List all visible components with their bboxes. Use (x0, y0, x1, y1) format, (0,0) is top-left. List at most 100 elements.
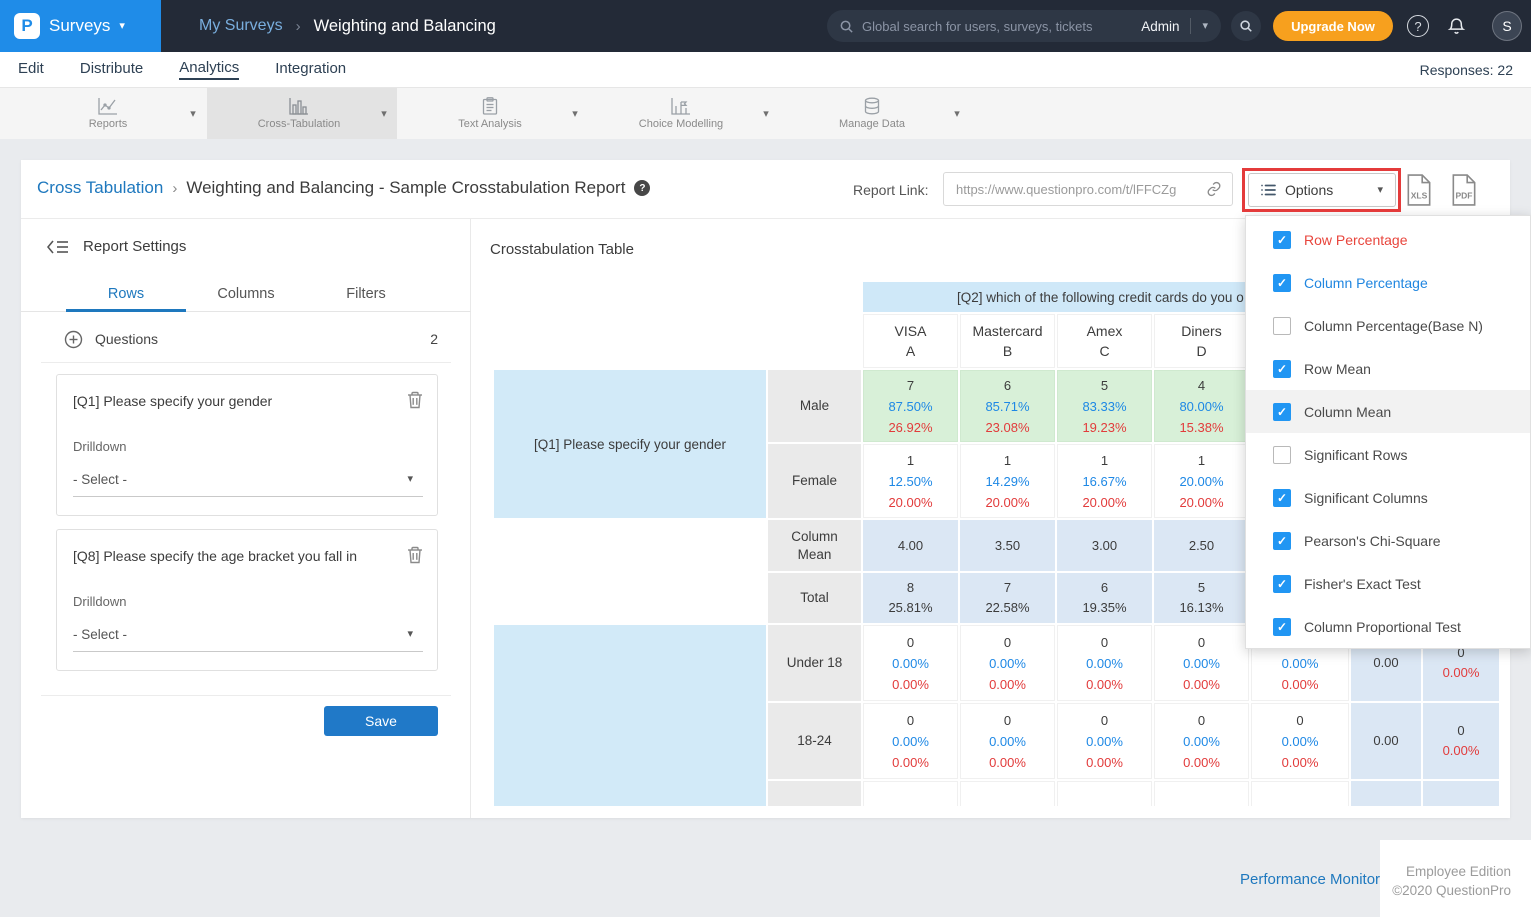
user-avatar[interactable]: S (1492, 11, 1522, 41)
chevron-down-icon[interactable]: ▾ (753, 88, 779, 139)
crosstab-cell: 3.50 (960, 520, 1055, 571)
help-icon[interactable]: ? (634, 180, 650, 196)
line-chart-icon (98, 97, 118, 115)
crosstab-column-header: AmexC (1057, 314, 1152, 368)
options-button[interactable]: Options ▾ (1248, 173, 1396, 207)
questionpro-logo[interactable]: P (14, 13, 40, 39)
checkbox-icon[interactable] (1273, 231, 1291, 249)
tab-edit[interactable]: Edit (18, 60, 44, 79)
link-icon[interactable] (1206, 181, 1222, 197)
checkbox-icon[interactable] (1273, 360, 1291, 378)
tab-filters[interactable]: Filters (306, 279, 426, 312)
toolbar-item-reports[interactable]: Reports ▾ (16, 88, 206, 139)
crosstab-cell: 00.00%0.00% (1057, 625, 1152, 701)
chevron-down-icon[interactable]: ▾ (562, 88, 588, 139)
toolbar-item-text-analysis[interactable]: Text Analysis ▾ (398, 88, 588, 139)
crosstab-cell: 619.35% (1057, 573, 1152, 623)
crosstab-group-label: [Q1] Please specify your gender (494, 370, 766, 518)
collapse-panel-icon[interactable] (47, 239, 69, 255)
crosstab-cell: 00.00%0.00% (960, 703, 1055, 779)
crosstab-cell: 00.00%0.00% (960, 625, 1055, 701)
options-menu-item-column-proportional-test[interactable]: Column Proportional Test (1246, 605, 1530, 648)
crosstab-table-title: Crosstabulation Table (490, 241, 634, 258)
questions-count: 2 (430, 331, 438, 347)
options-menu-item-row-percentage[interactable]: Row Percentage (1246, 218, 1530, 261)
tab-columns[interactable]: Columns (186, 279, 306, 312)
search-scope-caret-icon[interactable]: ▾ (1202, 21, 1208, 32)
cross-tabulation-link[interactable]: Cross Tabulation (37, 178, 163, 198)
crosstab-cell: 120.00%20.00% (1154, 444, 1249, 518)
global-search-input[interactable] (862, 19, 1141, 34)
checkbox-icon[interactable] (1273, 489, 1291, 507)
crosstab-column-header: MastercardB (960, 314, 1055, 368)
search-icon (1239, 19, 1253, 33)
search-button[interactable] (1231, 11, 1261, 41)
drilldown-select[interactable]: - Select - ▾ (73, 463, 423, 497)
options-menu-item-row-mean[interactable]: Row Mean (1246, 347, 1530, 390)
divider (41, 695, 451, 696)
checkbox-icon[interactable] (1273, 317, 1291, 335)
report-url-input[interactable] (956, 182, 1206, 197)
help-icon[interactable]: ? (1407, 15, 1429, 37)
drilldown-label: Drilldown (73, 439, 126, 454)
tab-analytics[interactable]: Analytics (179, 59, 239, 80)
checkbox-icon[interactable] (1273, 618, 1291, 636)
options-button-label: Options (1285, 182, 1333, 198)
chevron-down-icon[interactable]: ▾ (944, 88, 970, 139)
crosstab-cell: 516.13% (1154, 573, 1249, 623)
crosstab-cell: 4.00 (863, 520, 958, 571)
toolbar-item-cross-tabulation[interactable]: Cross-Tabulation ▾ (207, 88, 397, 139)
tab-distribute[interactable]: Distribute (80, 60, 143, 79)
toolbar-item-label: Manage Data (839, 118, 905, 130)
surveys-product-menu[interactable]: P Surveys ▾ (0, 0, 161, 52)
options-menu-item-significant-rows[interactable]: Significant Rows (1246, 433, 1530, 476)
breadcrumb-separator-icon: › (296, 18, 301, 35)
crosstab-cell: 787.50%26.92% (863, 370, 958, 442)
add-question-icon[interactable] (64, 330, 83, 349)
toolbar-item-choice-modelling[interactable]: Choice Modelling ▾ (589, 88, 779, 139)
crosstab-cell: 00.00%0.00% (863, 625, 958, 701)
pdf-label: PDF (1455, 191, 1472, 201)
crosstab-cell: 00.00%0.00% (1154, 703, 1249, 779)
upgrade-now-button[interactable]: Upgrade Now (1273, 11, 1393, 41)
topbar-breadcrumb: My Surveys › Weighting and Balancing (199, 17, 496, 36)
checkbox-icon[interactable] (1273, 274, 1291, 292)
crosstab-cell: 00.00%0.00% (1154, 625, 1249, 701)
chevron-down-icon[interactable]: ▾ (371, 88, 397, 139)
drilldown-select[interactable]: - Select - ▾ (73, 618, 423, 652)
options-menu-item-significant-columns[interactable]: Significant Columns (1246, 476, 1530, 519)
options-menu-item-fishers-exact-test[interactable]: Fisher's Exact Test (1246, 562, 1530, 605)
options-menu-item-column-percentage-base-n[interactable]: Column Percentage(Base N) (1246, 304, 1530, 347)
crosstab-cell: 2.50 (1154, 520, 1249, 571)
checkbox-icon[interactable] (1273, 532, 1291, 550)
options-menu-item-column-mean[interactable]: Column Mean (1246, 390, 1530, 433)
checkbox-icon[interactable] (1273, 446, 1291, 464)
export-pdf-button[interactable]: PDF (1449, 174, 1479, 206)
notifications-bell-icon[interactable] (1447, 17, 1466, 36)
tab-integration[interactable]: Integration (275, 60, 346, 79)
checkbox-icon[interactable] (1273, 575, 1291, 593)
chevron-down-icon[interactable]: ▾ (180, 88, 206, 139)
crosstab-cell: 583.33%19.23% (1057, 370, 1152, 442)
edition-line: Employee Edition (1380, 862, 1511, 881)
export-xls-button[interactable]: XLS (1404, 174, 1434, 206)
menu-item-label: Column Percentage (1304, 275, 1428, 291)
options-menu-item-column-percentage[interactable]: Column Percentage (1246, 261, 1530, 304)
crosstab-cell: 480.00%15.38% (1154, 370, 1249, 442)
delete-question-button[interactable] (407, 546, 423, 567)
delete-question-button[interactable] (407, 391, 423, 412)
crosstab-cell: 00.00%0.00% (863, 703, 958, 779)
save-button[interactable]: Save (324, 706, 438, 736)
menu-item-label: Column Mean (1304, 404, 1391, 420)
tab-rows[interactable]: Rows (66, 279, 186, 312)
toolbar-item-manage-data[interactable]: Manage Data ▾ (780, 88, 970, 139)
crosstab-column-header: DinersD (1154, 314, 1249, 368)
topbar: P Surveys ▾ My Surveys › Weighting and B… (0, 0, 1531, 52)
options-menu-item-pearsons-chi-square[interactable]: Pearson's Chi-Square (1246, 519, 1530, 562)
global-search[interactable]: Admin ▾ (827, 10, 1221, 42)
menu-item-label: Row Percentage (1304, 232, 1408, 248)
search-scope-admin[interactable]: Admin (1141, 19, 1179, 34)
checkbox-icon[interactable] (1273, 403, 1291, 421)
breadcrumb-my-surveys[interactable]: My Surveys (199, 17, 283, 35)
performance-monitor-link[interactable]: Performance Monitor (1240, 871, 1380, 888)
